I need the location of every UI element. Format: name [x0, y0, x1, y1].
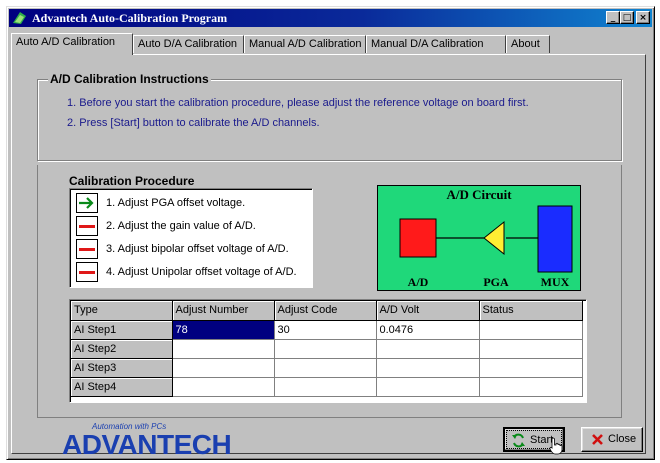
logo-text: ADVANTECH: [62, 429, 232, 460]
advantech-logo: Automation with PCs ADVANTECH: [62, 422, 252, 460]
table-cell[interactable]: [376, 358, 480, 378]
red-dash-icon: [76, 262, 98, 282]
calibration-grid[interactable]: Type Adjust Number Adjust Code A/D Volt …: [69, 299, 587, 403]
calibration-table: Type Adjust Number Adjust Code A/D Volt …: [71, 301, 583, 397]
pga-amplifier: [483, 220, 505, 256]
table-cell[interactable]: [172, 358, 275, 378]
app-icon: [13, 12, 26, 24]
column-header[interactable]: Adjust Number: [172, 301, 275, 321]
procedure-step: 3. Adjust bipolar offset voltage of A/D.: [74, 239, 310, 261]
table-cell[interactable]: [479, 358, 583, 378]
procedure-step-text: 4. Adjust Unipolar offset voltage of A/D…: [106, 266, 297, 278]
table-cell[interactable]: 30: [274, 320, 377, 340]
mux-label: MUX: [541, 275, 570, 289]
procedure-step: 4. Adjust Unipolar offset voltage of A/D…: [74, 262, 310, 284]
instructions-title: A/D Calibration Instructions: [48, 72, 211, 86]
table-row: AI Step3: [71, 358, 583, 378]
table-row: AI Step1 78 30 0.0476: [71, 320, 583, 340]
table-cell[interactable]: [172, 377, 275, 397]
tab-manual-da-calibration[interactable]: Manual D/A Calibration: [366, 35, 506, 53]
column-header[interactable]: Adjust Code: [274, 301, 377, 321]
maximize-button[interactable]: □: [620, 11, 634, 24]
app-window: Advantech Auto-Calibration Program _ □ ×…: [6, 6, 655, 460]
row-header[interactable]: AI Step3: [71, 358, 173, 378]
table-cell[interactable]: [479, 377, 583, 397]
instructions-group: A/D Calibration Instructions 1. Before y…: [37, 72, 622, 161]
table-cell[interactable]: [274, 339, 377, 359]
table-cell[interactable]: [479, 320, 583, 340]
minimize-button[interactable]: _: [606, 11, 620, 24]
pga-label: PGA: [483, 275, 509, 289]
table-cell[interactable]: [479, 339, 583, 359]
window-title: Advantech Auto-Calibration Program: [32, 11, 228, 25]
table-cell[interactable]: [172, 339, 275, 359]
row-header[interactable]: AI Step2: [71, 339, 173, 359]
procedure-step-text: 1. Adjust PGA offset voltage.: [106, 197, 246, 209]
procedure-step-text: 3. Adjust bipolar offset voltage of A/D.: [106, 243, 289, 255]
circuit-title: A/D Circuit: [446, 187, 512, 202]
table-cell[interactable]: 0.0476: [376, 320, 480, 340]
column-header[interactable]: Status: [479, 301, 583, 321]
table-cell[interactable]: [376, 377, 480, 397]
tab-about[interactable]: About: [506, 35, 550, 53]
close-button[interactable]: Close: [581, 427, 643, 452]
close-window-button[interactable]: ×: [636, 11, 650, 24]
tab-auto-ad-calibration[interactable]: Auto A/D Calibration: [11, 33, 133, 55]
table-header-row: Type Adjust Number Adjust Code A/D Volt …: [71, 301, 583, 321]
table-row: AI Step4: [71, 377, 583, 397]
table-cell[interactable]: [274, 358, 377, 378]
ad-block: [399, 218, 437, 258]
start-button[interactable]: Start: [503, 427, 565, 455]
procedure-step-text: 2. Adjust the gain value of A/D.: [106, 220, 256, 232]
refresh-icon: [512, 433, 525, 448]
hand-cursor-icon: [549, 437, 563, 455]
ad-circuit-diagram: A/D Circuit A/D PGA MUX: [377, 185, 581, 291]
row-header[interactable]: AI Step1: [71, 320, 173, 340]
table-cell[interactable]: [376, 339, 480, 359]
procedure-step: 2. Adjust the gain value of A/D.: [74, 216, 310, 238]
procedure-title: Calibration Procedure: [69, 174, 195, 188]
ad-label: A/D: [408, 275, 429, 289]
close-button-label: Close: [608, 433, 637, 445]
column-header[interactable]: A/D Volt: [376, 301, 480, 321]
tab-auto-da-calibration[interactable]: Auto D/A Calibration: [133, 35, 244, 53]
red-dash-icon: [76, 239, 98, 259]
instruction-line-2: 2. Press [Start] button to calibrate the…: [67, 117, 320, 129]
column-header[interactable]: Type: [71, 301, 173, 321]
instruction-line-1: 1. Before you start the calibration proc…: [67, 97, 529, 109]
table-row: AI Step2: [71, 339, 583, 359]
row-header[interactable]: AI Step4: [71, 377, 173, 397]
table-cell[interactable]: [274, 377, 377, 397]
mux-block: [537, 205, 573, 273]
red-dash-icon: [76, 216, 98, 236]
procedure-step: 1. Adjust PGA offset voltage.: [74, 193, 310, 215]
table-cell[interactable]: 78: [172, 320, 275, 340]
red-x-icon: [592, 434, 603, 445]
green-arrow-icon: [76, 193, 98, 213]
title-bar[interactable]: Advantech Auto-Calibration Program _ □ ×: [9, 9, 652, 27]
tab-manual-ad-calibration[interactable]: Manual A/D Calibration: [244, 35, 366, 53]
procedure-list: 1. Adjust PGA offset voltage. 2. Adjust …: [69, 188, 313, 288]
